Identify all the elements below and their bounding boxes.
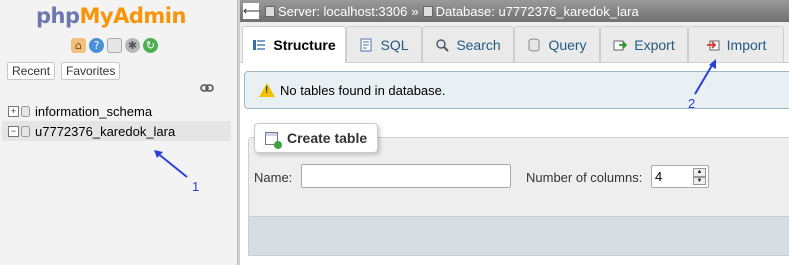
navigation-panel: phpMyAdmin ⌂ ? ✱ ↻ Recent Favorites + in… — [0, 0, 237, 265]
tab-structure[interactable]: Structure — [242, 26, 346, 63]
home-icon[interactable]: ⌂ — [71, 38, 86, 53]
tab-import[interactable]: Import — [688, 26, 784, 62]
database-icon — [21, 125, 30, 137]
link-icon[interactable] — [200, 83, 214, 93]
phpmyadmin-logo[interactable]: phpMyAdmin — [36, 4, 186, 28]
database-icon — [21, 105, 30, 117]
tab-label: Search — [456, 36, 501, 53]
tab-label: Query — [548, 36, 587, 53]
docs-icon[interactable] — [107, 38, 122, 53]
name-label: Name: — [254, 170, 293, 185]
search-icon — [436, 38, 450, 52]
breadcrumb-server[interactable]: Server: localhost:3306 — [278, 4, 407, 19]
back-arrow-icon[interactable]: ⟵ — [243, 3, 260, 19]
reload-icon[interactable]: ↻ — [143, 38, 158, 53]
tab-label: Export — [634, 36, 675, 53]
tab-export[interactable]: Export — [600, 26, 688, 62]
create-table-legend: Create table — [254, 123, 379, 153]
recent-button[interactable]: Recent — [7, 62, 56, 80]
database-icon — [422, 5, 433, 17]
stepper-up-icon[interactable]: ▲ — [693, 168, 706, 177]
number-of-columns-stepper[interactable]: 4 ▲ ▼ — [651, 165, 709, 188]
annotation-label-1: 1 — [192, 179, 200, 194]
tab-query[interactable]: Query — [514, 26, 600, 62]
create-table-icon — [265, 131, 282, 149]
db-name[interactable]: u7772376_karedok_lara — [35, 124, 175, 139]
query-icon — [528, 38, 540, 51]
create-table-footer — [248, 216, 789, 256]
breadcrumb-separator: » — [411, 3, 419, 19]
create-table-title: Create table — [287, 130, 368, 146]
tab-label: SQL — [380, 36, 409, 53]
breadcrumb: ⟵ Server: localhost:3306 » Database: u77… — [240, 0, 789, 22]
tab-bar: Structure SQL Search Query Export Import — [240, 22, 789, 63]
warning-icon — [259, 83, 275, 97]
db-name[interactable]: information_schema — [35, 104, 152, 119]
nav-icon-row: ⌂ ? ✱ ↻ — [71, 38, 158, 53]
notice-box: No tables found in database. — [244, 71, 789, 109]
tab-label: Structure — [273, 37, 336, 53]
columns-value: 4 — [655, 169, 663, 184]
table-name-input[interactable] — [301, 164, 511, 188]
settings-icon[interactable]: ✱ — [125, 38, 140, 53]
expand-icon[interactable]: + — [8, 105, 19, 117]
main-content: No tables found in database. Create tabl… — [240, 63, 789, 265]
db-tree-item-information-schema[interactable]: + information_schema — [8, 101, 152, 121]
tab-sql[interactable]: SQL — [346, 26, 422, 62]
columns-label: Number of columns: — [526, 170, 643, 185]
favorites-button[interactable]: Favorites — [61, 62, 121, 80]
notice-text: No tables found in database. — [280, 82, 446, 98]
tab-label: Import — [726, 36, 767, 53]
import-icon — [706, 40, 720, 50]
server-icon — [265, 5, 275, 17]
logo-php-text: php — [36, 4, 80, 28]
breadcrumb-database[interactable]: Database: u7772376_karedok_lara — [436, 4, 639, 19]
structure-icon — [253, 40, 266, 50]
db-tree-item-karedok[interactable]: − u7772376_karedok_lara — [2, 121, 231, 141]
annotation-label-2: 2 — [688, 96, 696, 111]
tab-search[interactable]: Search — [422, 26, 514, 62]
stepper-down-icon[interactable]: ▼ — [693, 176, 706, 185]
stepper-arrows[interactable]: ▲ ▼ — [693, 168, 706, 185]
help-icon[interactable]: ? — [89, 38, 104, 53]
export-icon — [613, 40, 628, 50]
sql-icon — [360, 38, 372, 51]
logo-myadmin-text: MyAdmin — [79, 4, 187, 28]
collapse-icon[interactable]: − — [8, 125, 19, 137]
